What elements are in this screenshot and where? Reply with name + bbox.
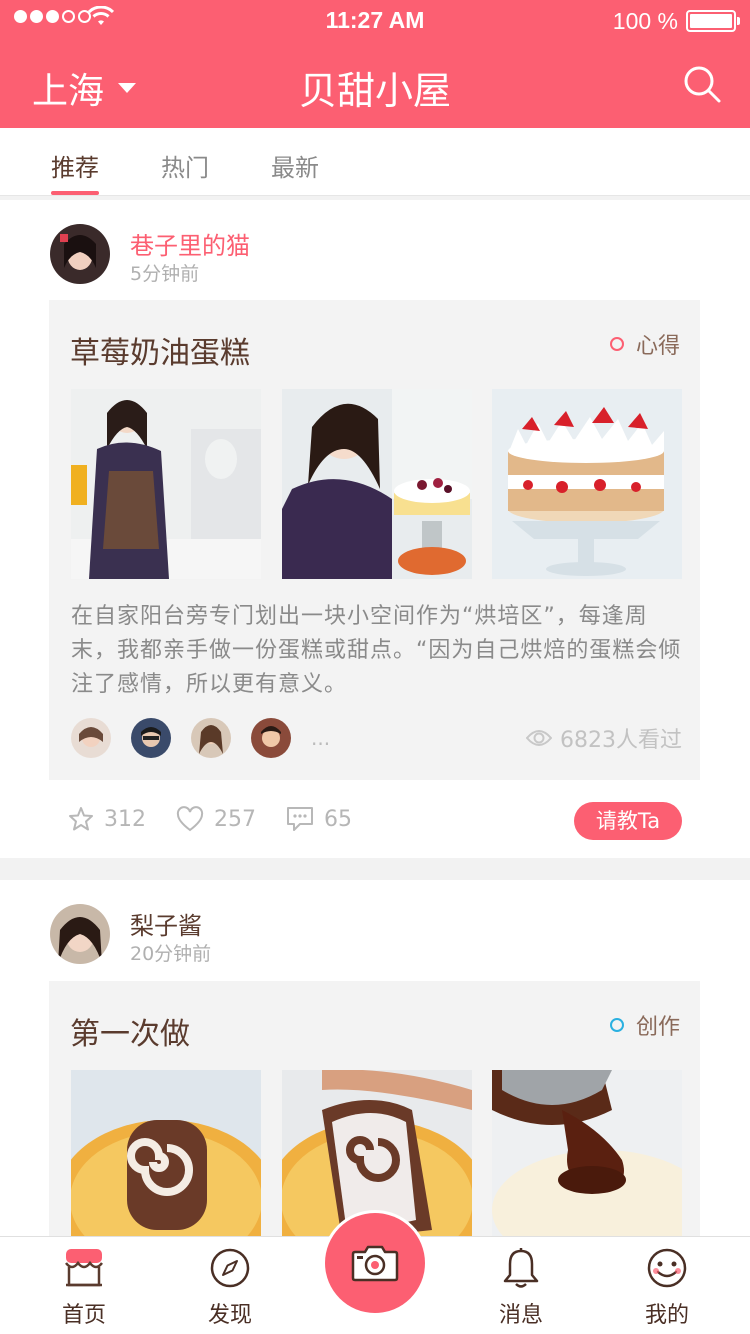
comment-button[interactable]: 65	[286, 806, 352, 832]
nav-discover-label: 发现	[207, 1303, 252, 1328]
bell-icon	[503, 1248, 539, 1288]
tag-dot-icon	[609, 337, 624, 351]
post-image[interactable]	[71, 1070, 261, 1240]
page-title: 贝甜小屋	[298, 69, 451, 113]
app-header: 11:27 AM 100 % 上海 贝甜小屋	[0, 0, 750, 128]
tag-label: 心得	[635, 334, 680, 359]
favorite-count: 312	[104, 806, 146, 832]
author-name[interactable]: 梨子酱	[130, 906, 202, 941]
viewer-avatar[interactable]	[191, 718, 231, 758]
post-image[interactable]	[71, 389, 261, 579]
tab-latest[interactable]: 最新	[271, 148, 319, 183]
eye-icon	[526, 730, 552, 746]
compass-icon	[210, 1248, 250, 1288]
author-name[interactable]: 巷子里的猫	[130, 226, 250, 261]
post-tag: 心得	[609, 328, 680, 360]
nav-messages[interactable]: 消息	[466, 1245, 576, 1329]
status-bar: 11:27 AM 100 %	[0, 0, 750, 40]
post-description: 在自家阳台旁专门划出一块小空间作为“烘培区”，每逢周末，我都亲手做一份蛋糕或甜点…	[71, 604, 682, 697]
search-icon[interactable]	[682, 64, 722, 104]
nav-messages-label: 消息	[498, 1303, 543, 1328]
battery-percent: 100 %	[612, 8, 678, 34]
viewer-avatar[interactable]	[71, 718, 111, 758]
tab-recommended[interactable]: 推荐	[51, 148, 99, 195]
nav-mine[interactable]: 我的	[612, 1245, 722, 1329]
author-avatar[interactable]	[50, 904, 110, 964]
post-card[interactable]: 巷子里的猫 5分钟前 草莓奶油蛋糕 心得 在自家阳台旁专门划出一块小空间作为“烘…	[0, 200, 750, 858]
heart-icon	[176, 806, 204, 832]
tag-dot-icon	[609, 1018, 624, 1032]
post-content[interactable]: 草莓奶油蛋糕 心得 在自家阳台旁专门划出一块小空间作为“烘培区”，每逢周末，我都…	[49, 300, 700, 780]
camera-button[interactable]	[325, 1213, 425, 1313]
comment-count: 65	[324, 806, 352, 832]
post-tag: 创作	[609, 1009, 680, 1041]
battery-icon	[686, 10, 740, 32]
post-card[interactable]: 梨子酱 20分钟前 第一次做 创作	[0, 880, 750, 1240]
post-title: 草莓奶油蛋糕	[70, 336, 250, 371]
tag-label: 创作	[635, 1015, 680, 1040]
nav-home-label: 首页	[61, 1303, 106, 1328]
post-content[interactable]: 第一次做 创作	[49, 981, 700, 1240]
shop-icon	[65, 1249, 103, 1287]
post-image[interactable]	[492, 1070, 682, 1240]
post-image[interactable]	[282, 389, 472, 579]
author-avatar[interactable]	[50, 224, 110, 284]
nav-mine-label: 我的	[644, 1303, 689, 1328]
view-count: 6823人看过	[526, 722, 682, 754]
like-button[interactable]: 257	[176, 806, 256, 832]
viewer-avatars[interactable]: ...	[71, 718, 330, 758]
post-image[interactable]	[492, 389, 682, 579]
post-actions: 312 257 65	[68, 806, 358, 832]
more-viewers[interactable]: ...	[311, 726, 330, 750]
nav-discover[interactable]: 发现	[175, 1245, 285, 1329]
nav-home[interactable]: 首页	[29, 1245, 139, 1329]
view-count-label: 6823人看过	[560, 728, 682, 753]
viewer-avatar[interactable]	[131, 718, 171, 758]
camera-icon	[351, 1245, 399, 1282]
feed-tabs: 推荐 热门 最新	[0, 128, 750, 196]
viewer-avatar[interactable]	[251, 718, 291, 758]
star-icon	[69, 807, 93, 831]
post-time: 20分钟前	[130, 943, 212, 965]
smiley-icon	[647, 1248, 687, 1288]
comment-icon	[287, 807, 313, 831]
ask-button[interactable]: 请教Ta	[574, 802, 682, 840]
like-count: 257	[214, 806, 256, 832]
post-title: 第一次做	[70, 1017, 190, 1052]
tab-hot[interactable]: 热门	[161, 148, 209, 183]
favorite-button[interactable]: 312	[68, 806, 146, 832]
post-time: 5分钟前	[130, 263, 200, 285]
